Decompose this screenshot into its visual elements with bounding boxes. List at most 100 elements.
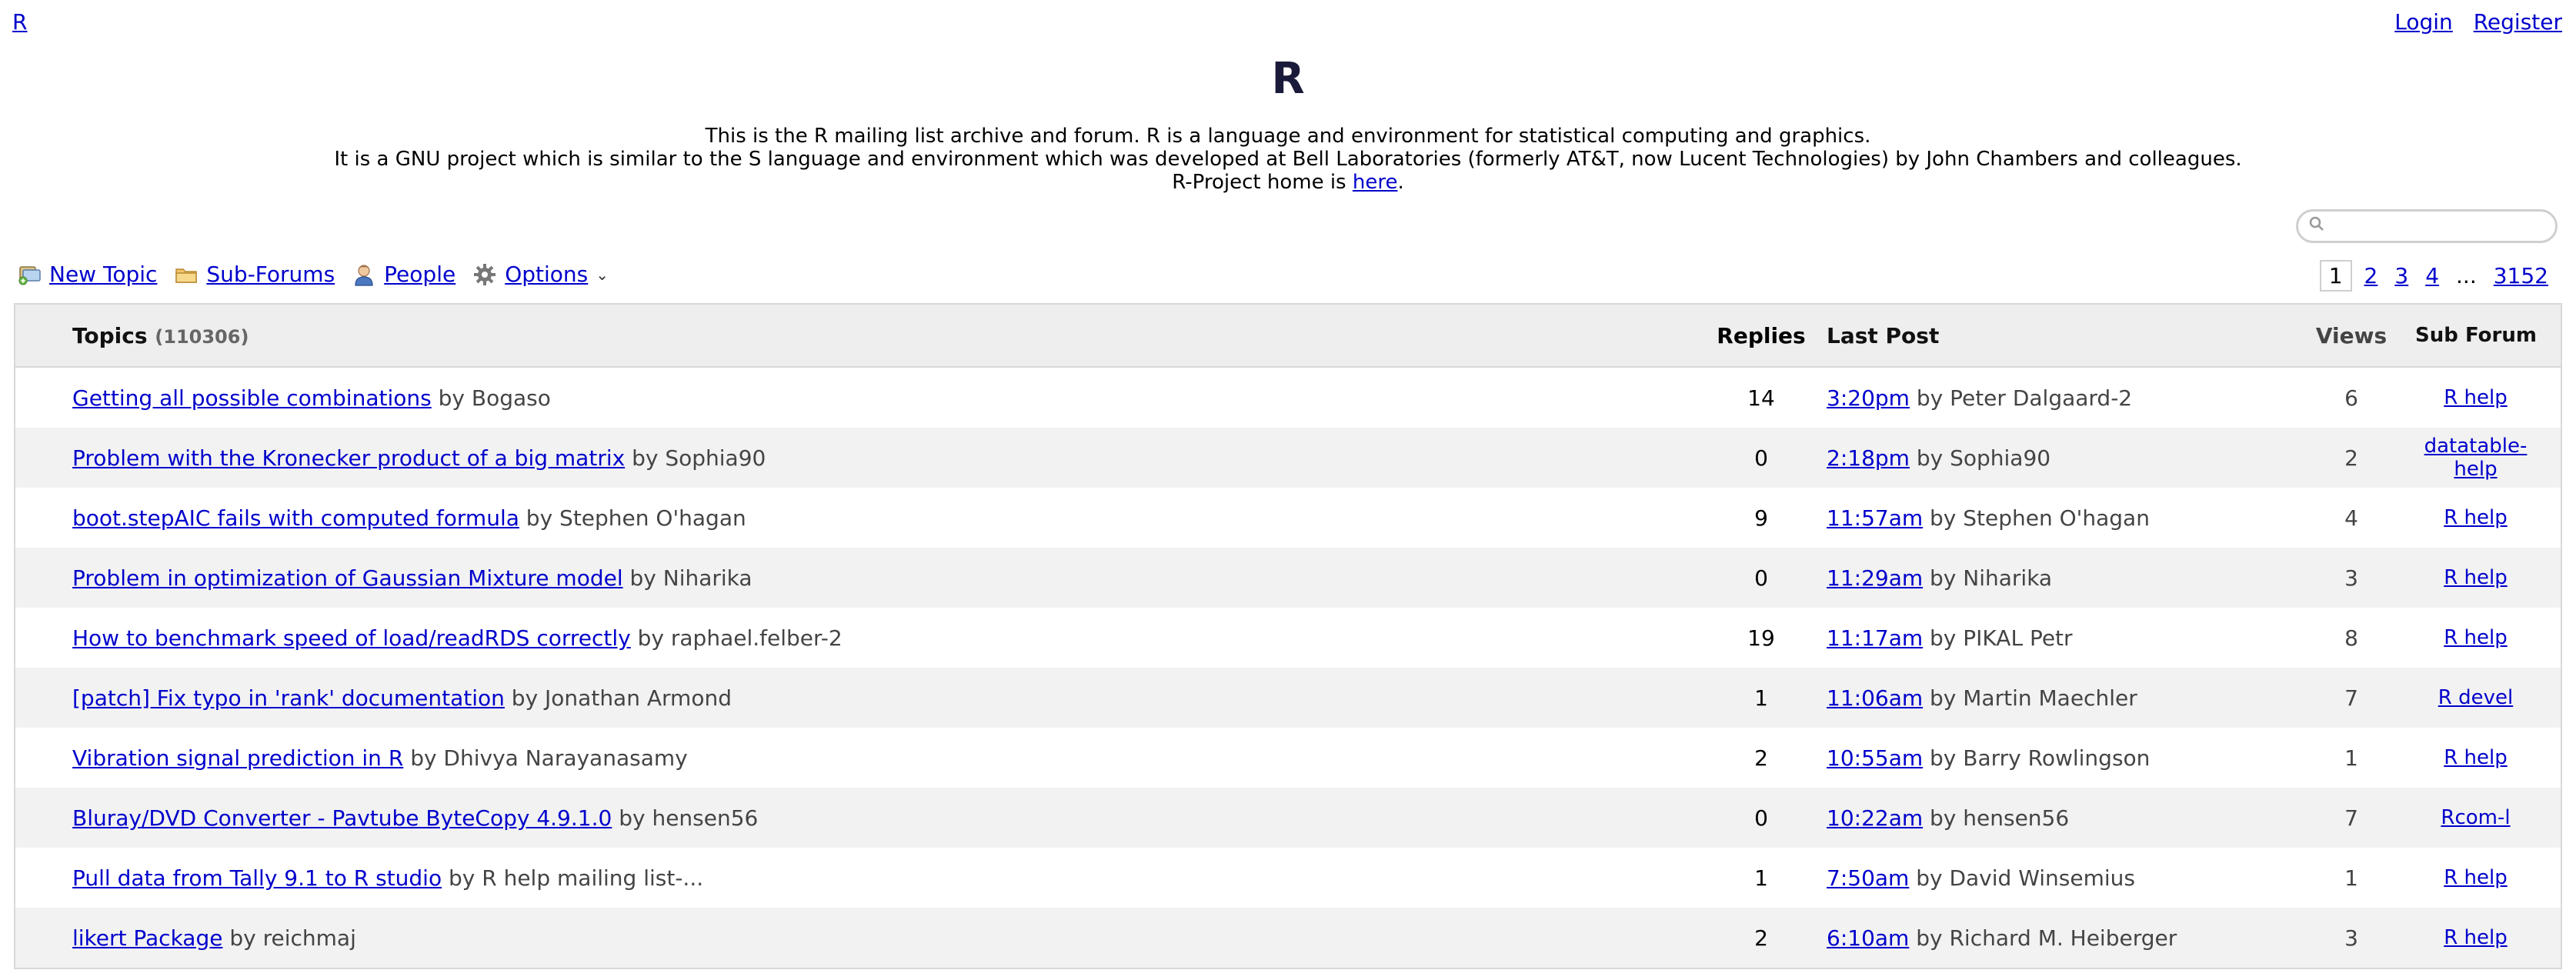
page-link[interactable]: 3 bbox=[2394, 263, 2408, 288]
register-link[interactable]: Register bbox=[2474, 9, 2562, 35]
topic-link[interactable]: Getting all possible combinations bbox=[72, 385, 432, 411]
topic-author: by raphael.felber-2 bbox=[637, 625, 843, 651]
table-row: Problem with the Kronecker product of a … bbox=[15, 428, 2561, 488]
page-link[interactable]: 4 bbox=[2425, 263, 2439, 288]
last-post-time-link[interactable]: 11:29am bbox=[1827, 565, 1923, 591]
last-post-cell: 6:10am by Richard M. Heiberger bbox=[1816, 908, 2297, 968]
chevron-down-icon[interactable]: ⌄ bbox=[596, 265, 609, 284]
views-count: 1 bbox=[2344, 865, 2358, 891]
sub-forum-link[interactable]: R help bbox=[2444, 866, 2508, 889]
table-header-row: Topics (110306) Replies Last Post Views … bbox=[15, 304, 2561, 368]
last-post-author: by hensen56 bbox=[1930, 805, 2070, 831]
sub-forum-cell: R help bbox=[2406, 548, 2561, 608]
sub-forum-cell: R devel bbox=[2406, 668, 2561, 728]
last-post-time-link[interactable]: 10:55am bbox=[1827, 745, 1923, 771]
views-column-header: Views bbox=[2297, 304, 2406, 368]
people-item[interactable]: People bbox=[352, 262, 455, 287]
table-row: Getting all possible combinations by Bog… bbox=[15, 367, 2561, 428]
table-row: How to benchmark speed of load/readRDS c… bbox=[15, 608, 2561, 668]
replies-column-header: Replies bbox=[1707, 304, 1816, 368]
description-line-3-prefix: R-Project home is bbox=[1172, 171, 1353, 194]
new-topic-link[interactable]: New Topic bbox=[49, 262, 157, 287]
page-link[interactable]: 2 bbox=[2364, 263, 2378, 288]
topic-link[interactable]: [patch] Fix typo in 'rank' documentation bbox=[72, 685, 505, 711]
topic-link[interactable]: Problem in optimization of Gaussian Mixt… bbox=[72, 565, 623, 591]
topic-link[interactable]: Problem with the Kronecker product of a … bbox=[72, 445, 625, 471]
sub-forum-link[interactable]: R help bbox=[2444, 386, 2508, 409]
last-post-time-link[interactable]: 11:17am bbox=[1827, 625, 1923, 651]
last-post-time-link[interactable]: 7:50am bbox=[1827, 865, 1909, 891]
table-row: boot.stepAIC fails with computed formula… bbox=[15, 488, 2561, 548]
options-link[interactable]: Options bbox=[505, 262, 588, 287]
description-line-2: It is a GNU project which is similar to … bbox=[334, 148, 2242, 171]
last-post-time-link[interactable]: 10:22am bbox=[1827, 805, 1923, 831]
topic-link[interactable]: How to benchmark speed of load/readRDS c… bbox=[72, 625, 631, 651]
last-post-author: by David Winsemius bbox=[1916, 865, 2136, 891]
views-count: 6 bbox=[2344, 385, 2358, 411]
sub-forum-link[interactable]: R help bbox=[2444, 746, 2508, 769]
sub-forum-link[interactable]: R help bbox=[2444, 506, 2508, 529]
last-post-cell: 7:50am by David Winsemius bbox=[1816, 848, 2297, 908]
options-item[interactable]: Options ⌄ bbox=[472, 262, 609, 287]
sub-forum-link[interactable]: R devel bbox=[2438, 686, 2513, 709]
sub-forum-link[interactable]: R help bbox=[2444, 566, 2508, 589]
topic-link[interactable]: boot.stepAIC fails with computed formula bbox=[72, 505, 519, 531]
search-input[interactable] bbox=[2335, 215, 2546, 239]
page-title: R bbox=[1271, 54, 1305, 104]
description-line-1: This is the R mailing list archive and f… bbox=[705, 125, 1871, 148]
r-project-home-link[interactable]: here bbox=[1353, 171, 1398, 194]
forum-toolbar: New Topic Sub-Forums People Options ⌄ bbox=[17, 262, 626, 287]
page-link-last[interactable]: 3152 bbox=[2494, 263, 2548, 288]
new-topic-item[interactable]: New Topic bbox=[17, 262, 157, 287]
topic-cell: likert Package by reichmaj bbox=[15, 908, 1707, 968]
views-count: 7 bbox=[2297, 788, 2406, 848]
search-box[interactable] bbox=[2296, 209, 2558, 243]
sub-forum-link[interactable]: R help bbox=[2444, 926, 2508, 949]
people-link[interactable]: People bbox=[384, 262, 455, 287]
sub-forum-link[interactable]: R help bbox=[2444, 626, 2508, 649]
last-post-cell: 10:22am by hensen56 bbox=[1816, 788, 2297, 848]
topic-link[interactable]: Pull data from Tally 9.1 to R studio bbox=[72, 865, 442, 891]
last-post-time-link[interactable]: 3:20pm bbox=[1827, 385, 1910, 411]
last-post-time-link[interactable]: 2:18pm bbox=[1827, 445, 1910, 471]
replies-count: 0 bbox=[1707, 788, 1816, 848]
forum-description: This is the R mailing list archive and f… bbox=[0, 125, 2576, 194]
topic-link[interactable]: Bluray/DVD Converter - Pavtube ByteCopy … bbox=[72, 805, 612, 831]
topic-link[interactable]: Vibration signal prediction in R bbox=[72, 745, 403, 771]
topic-cell: Bluray/DVD Converter - Pavtube ByteCopy … bbox=[15, 788, 1707, 848]
last-post-author: by Peter Dalgaard-2 bbox=[1916, 385, 2133, 411]
description-line-3-suffix: . bbox=[1397, 171, 1404, 194]
topic-cell: Problem in optimization of Gaussian Mixt… bbox=[15, 548, 1707, 608]
folder-icon bbox=[175, 268, 198, 283]
gear-icon bbox=[474, 263, 496, 285]
topic-author: by Sophia90 bbox=[632, 445, 766, 471]
sub-forum-cell: Rcom-l bbox=[2406, 788, 2561, 848]
topic-cell: Pull data from Tally 9.1 to R studio by … bbox=[15, 848, 1707, 908]
login-link[interactable]: Login bbox=[2394, 9, 2453, 35]
last-post-author: by Stephen O'hagan bbox=[1930, 505, 2150, 531]
last-post-cell: 11:29am by Niharika bbox=[1816, 548, 2297, 608]
sub-forum-cell: R help bbox=[2406, 608, 2561, 668]
topic-link[interactable]: likert Package bbox=[72, 925, 222, 951]
sub-forum-cell: R help bbox=[2406, 728, 2561, 788]
sub-forum-cell: R help bbox=[2406, 848, 2561, 908]
home-link[interactable]: R bbox=[12, 9, 27, 35]
sub-forums-item[interactable]: Sub-Forums bbox=[174, 262, 335, 287]
topic-author: by Dhivya Narayanasamy bbox=[410, 745, 688, 771]
views-count: 8 bbox=[2344, 625, 2358, 651]
replies-count: 14 bbox=[1747, 385, 1775, 411]
replies-count: 19 bbox=[1747, 625, 1775, 651]
last-post-column-header: Last Post bbox=[1816, 304, 2297, 368]
topics-header-label: Topics bbox=[72, 322, 148, 348]
last-post-time-link[interactable]: 11:06am bbox=[1827, 685, 1923, 711]
last-post-time-link[interactable]: 6:10am bbox=[1827, 925, 1909, 951]
sub-forum-link[interactable]: Rcom-l bbox=[2441, 806, 2510, 829]
sub-forum-link[interactable]: datatable-help bbox=[2424, 435, 2528, 481]
last-post-author: by Niharika bbox=[1930, 565, 2053, 591]
views-count: 1 bbox=[2344, 745, 2358, 771]
person-icon bbox=[355, 264, 373, 286]
last-post-time-link[interactable]: 11:57am bbox=[1827, 505, 1923, 531]
replies-count: 1 bbox=[1754, 865, 1768, 891]
sub-forums-link[interactable]: Sub-Forums bbox=[206, 262, 335, 287]
last-post-author: by Martin Maechler bbox=[1930, 685, 2137, 711]
